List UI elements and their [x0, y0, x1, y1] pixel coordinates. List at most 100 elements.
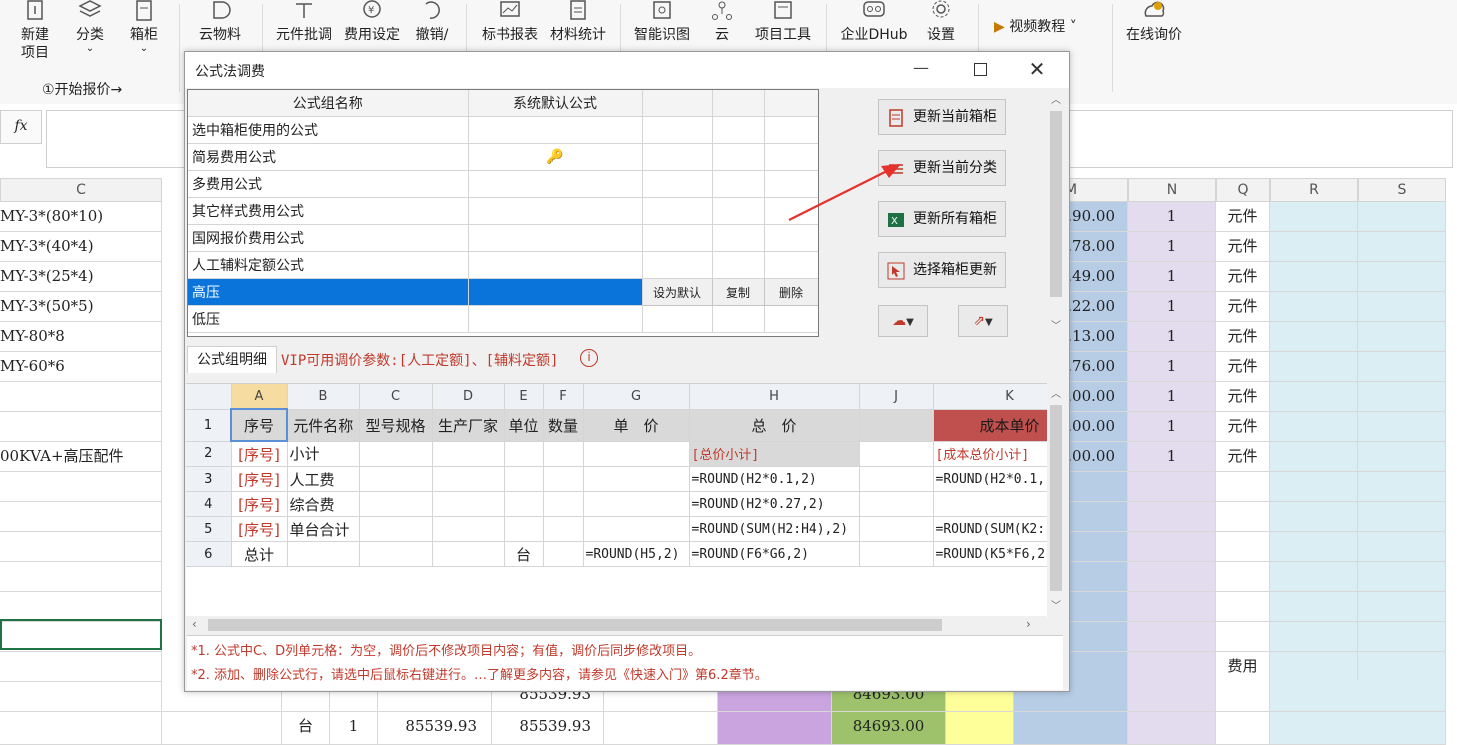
r-cell[interactable]	[1270, 562, 1358, 592]
maker-cell[interactable]	[432, 441, 505, 467]
cost-price-cell[interactable]	[859, 516, 934, 542]
s-cell[interactable]	[1358, 262, 1446, 292]
group-name-cell[interactable]: 多费用公式	[188, 170, 469, 198]
s-cell[interactable]	[1358, 412, 1446, 442]
default-formula-cell[interactable]	[468, 251, 643, 279]
r-cell[interactable]	[1270, 202, 1358, 232]
q-cell[interactable]: 元件	[1216, 352, 1270, 382]
c-cell[interactable]: MY-3*(80*10)	[0, 202, 162, 232]
unit-price-cell[interactable]	[583, 466, 690, 492]
n-cell[interactable]	[1128, 622, 1216, 652]
c-cell[interactable]: 00KVA+高压配件	[0, 442, 162, 472]
maker-cell[interactable]	[432, 466, 505, 492]
group-name-cell[interactable]: 简易费用公式	[188, 143, 469, 171]
cell[interactable]	[604, 712, 718, 745]
c-cell[interactable]	[0, 502, 162, 532]
name-cell[interactable]: 人工费	[287, 466, 360, 492]
grid-header-cell[interactable]: 单位	[504, 409, 544, 442]
cell[interactable]	[1216, 712, 1270, 745]
component-batch-button[interactable]: 元件批调	[272, 0, 336, 44]
row-number[interactable]: 5	[186, 516, 232, 542]
maker-cell[interactable]	[432, 516, 505, 542]
q-cell[interactable]	[1216, 622, 1270, 652]
unit-price-cell[interactable]: =ROUND(H5,2)	[583, 541, 690, 567]
n-cell[interactable]: 1	[1128, 322, 1216, 352]
qty-cell[interactable]	[543, 441, 584, 467]
column-header-n[interactable]: N	[1128, 178, 1216, 202]
scroll-thumb[interactable]	[1050, 111, 1062, 297]
formula-group-row[interactable]: 简易费用公式 🔑	[188, 143, 818, 171]
column-letter[interactable]: H	[689, 384, 860, 410]
column-letter[interactable]: C	[359, 384, 433, 410]
fx-button[interactable]: fx	[0, 110, 42, 144]
enterprise-dhub-button[interactable]: 企业DHub	[834, 0, 914, 44]
qty-cell[interactable]	[543, 491, 584, 517]
row-number[interactable]: 2	[186, 441, 232, 467]
formula-group-row[interactable]: 高压 设为默认 复制 删除	[188, 278, 818, 306]
q-cell[interactable]	[1216, 532, 1270, 562]
s-cell[interactable]	[1358, 562, 1446, 592]
unit-cell[interactable]	[504, 441, 544, 467]
r-cell[interactable]	[1270, 382, 1358, 412]
total-price-cell[interactable]: =ROUND(H2*0.1,2)	[689, 466, 860, 492]
scroll-thumb[interactable]	[1050, 405, 1062, 591]
n-cell[interactable]: 1	[1128, 352, 1216, 382]
active-cell-selection[interactable]	[0, 619, 162, 650]
seq-cell[interactable]: [序号]	[231, 441, 288, 467]
name-cell[interactable]	[287, 541, 360, 567]
smart-recognition-button[interactable]: 智能识图	[630, 0, 694, 44]
s-cell[interactable]	[1358, 472, 1446, 502]
copy-button[interactable]: 复制	[711, 278, 765, 306]
select-cabinet-update-button[interactable]: 选择箱柜更新	[878, 252, 1006, 288]
unit-cell[interactable]	[504, 491, 544, 517]
column-letter[interactable]: A	[231, 384, 288, 410]
qty-cell[interactable]	[543, 516, 584, 542]
seq-cell[interactable]: 总计	[231, 541, 288, 567]
s-cell[interactable]	[1358, 232, 1446, 262]
cost-price-cell[interactable]	[859, 466, 934, 492]
model-cell[interactable]	[359, 466, 433, 492]
row-number[interactable]: 3	[186, 466, 232, 492]
unit-price-cell[interactable]	[583, 491, 690, 517]
unit-price-cell[interactable]	[583, 441, 690, 467]
n-cell[interactable]	[1128, 562, 1216, 592]
info-icon[interactable]: i	[580, 349, 598, 367]
n-cell[interactable]: 1	[1128, 232, 1216, 262]
column-letter[interactable]: B	[287, 384, 360, 410]
n-cell[interactable]	[1128, 592, 1216, 622]
s-cell[interactable]	[1358, 652, 1446, 682]
name-cell[interactable]: 单台合计	[287, 516, 360, 542]
scroll-thumb[interactable]	[208, 619, 942, 631]
cell[interactable]	[162, 712, 282, 745]
s-cell[interactable]	[1358, 382, 1446, 412]
seq-cell[interactable]: [序号]	[231, 466, 288, 492]
top-scrollbar[interactable]: ︿ ﹀	[1047, 89, 1065, 335]
cell[interactable]	[0, 712, 162, 745]
grid-header-cell[interactable]	[859, 409, 934, 442]
q-cell[interactable]: 元件	[1216, 382, 1270, 412]
video-tutorial-button[interactable]: ▶ 视频教程 ˅	[994, 16, 1077, 36]
set-default-button[interactable]: 设为默认	[641, 278, 713, 306]
c-cell[interactable]: MY-60*6	[0, 352, 162, 382]
grid-header-cell[interactable]: 型号规格	[359, 409, 433, 442]
formula-group-row[interactable]: 低压	[188, 305, 818, 333]
group-name-cell[interactable]: 选中箱柜使用的公式	[188, 116, 469, 144]
column-header-q[interactable]: Q	[1216, 178, 1270, 202]
q-cell[interactable]: 元件	[1216, 232, 1270, 262]
default-formula-cell[interactable]	[468, 305, 643, 333]
cost-total-cell[interactable]: [成本总价小计]	[933, 441, 1048, 467]
s-cell[interactable]	[1358, 322, 1446, 352]
q-cell[interactable]	[1216, 562, 1270, 592]
cabinet-button[interactable]: 箱柜 ⌄	[124, 0, 164, 54]
corner-cell[interactable]	[186, 384, 232, 410]
qty-cell[interactable]	[543, 466, 584, 492]
project-tools-button[interactable]: 项目工具	[750, 0, 816, 44]
q-cell[interactable]	[1216, 502, 1270, 532]
s-cell[interactable]	[1358, 292, 1446, 322]
n-cell[interactable]	[1128, 652, 1216, 682]
column-letter[interactable]: E	[504, 384, 544, 410]
q-cell[interactable]: 元件	[1216, 442, 1270, 472]
r-cell[interactable]	[1270, 532, 1358, 562]
update-current-cabinet-button[interactable]: 更新当前箱柜	[878, 99, 1006, 135]
detail-tab[interactable]: 公式组明细	[187, 346, 277, 373]
